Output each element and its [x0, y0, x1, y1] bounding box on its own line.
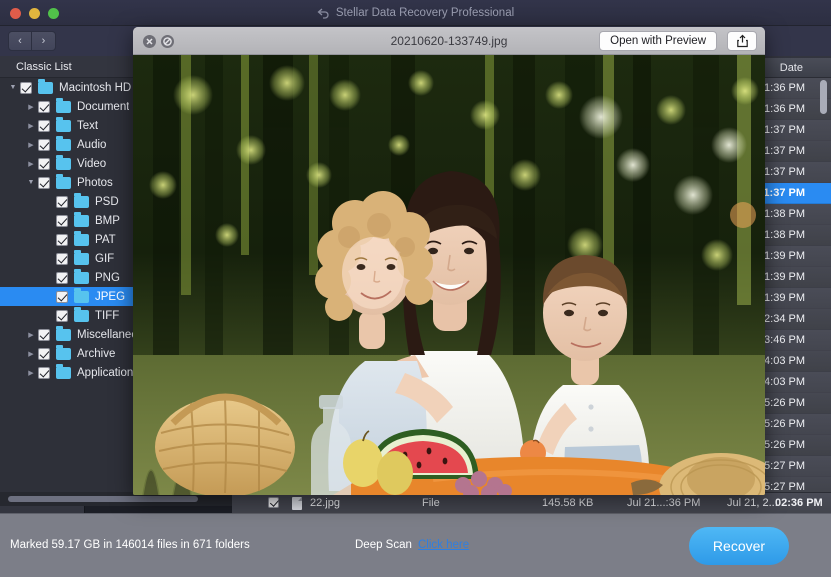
back-button[interactable]: ‹: [8, 31, 32, 51]
chevron-down-icon[interactable]: ▼: [6, 84, 20, 91]
checkbox[interactable]: [38, 158, 50, 170]
folder-icon: [56, 101, 71, 113]
sidebar-item-label: JPEG: [95, 291, 125, 303]
checkbox[interactable]: [56, 310, 68, 322]
checkbox[interactable]: [38, 367, 50, 379]
folder-icon: [56, 367, 71, 379]
checkbox[interactable]: [38, 177, 50, 189]
deep-scan-link[interactable]: Click here: [418, 539, 469, 551]
cell-modified-time: 02:36 PM: [775, 493, 823, 514]
open-with-preview-button[interactable]: Open with Preview: [599, 31, 717, 51]
status-bar: Marked 59.17 GB in 146014 files in 671 f…: [0, 513, 831, 577]
sidebar-item-label: Audio: [77, 139, 106, 151]
sidebar-item-label: Application: [77, 367, 133, 379]
back-arrow-icon[interactable]: [317, 8, 330, 19]
folder-icon: [38, 82, 53, 94]
photo-svg: [133, 55, 765, 495]
sidebar-item-label: BMP: [95, 215, 120, 227]
app-title: Stellar Data Recovery Professional: [336, 7, 514, 19]
deep-scan-label: Deep Scan: [355, 539, 412, 551]
forward-button[interactable]: ›: [32, 31, 56, 51]
chevron-right-icon[interactable]: ▶: [24, 350, 38, 358]
tab-classic-list[interactable]: Classic List: [6, 57, 82, 77]
stellar-data-recovery-window: Stellar Data Recovery Professional ‹ › C…: [0, 0, 831, 577]
sidebar-item-label: TIFF: [95, 310, 119, 322]
checkbox[interactable]: [38, 329, 50, 341]
checkbox[interactable]: [56, 215, 68, 227]
file-icon: [292, 497, 302, 510]
sidebar-item-label: PSD: [95, 196, 119, 208]
scrollbar-thumb[interactable]: [8, 496, 198, 502]
preview-titlebar: 20210620-133749.jpg Open with Preview: [133, 27, 765, 55]
image-preview-window: 20210620-133749.jpg Open with Preview: [133, 27, 765, 495]
chevron-down-icon[interactable]: ▼: [24, 179, 38, 186]
chevron-right-icon[interactable]: ▶: [24, 141, 38, 149]
folder-icon: [74, 291, 89, 303]
folder-icon: [74, 196, 89, 208]
checkbox[interactable]: [56, 272, 68, 284]
table-row[interactable]: 22.jpg File 145.58 KB Jul 21...:36 PM Ju…: [232, 492, 831, 513]
sidebar-item-label: Macintosh HD: [59, 82, 131, 94]
checkbox[interactable]: [56, 234, 68, 246]
folder-icon: [56, 348, 71, 360]
recover-button[interactable]: Recover: [689, 527, 789, 565]
sidebar-item-label: PNG: [95, 272, 120, 284]
sidebar-item-label: Video: [77, 158, 106, 170]
row-checkbox[interactable]: [268, 497, 279, 508]
photo-family-picnic: [133, 55, 765, 495]
folder-icon: [74, 310, 89, 322]
chevron-right-icon[interactable]: ▶: [24, 369, 38, 377]
column-header-date[interactable]: Date: [772, 58, 803, 78]
folder-icon: [74, 215, 89, 227]
checkbox[interactable]: [38, 139, 50, 151]
file-list-vertical-scrollbar[interactable]: [820, 78, 827, 492]
window-titlebar: Stellar Data Recovery Professional: [0, 0, 831, 26]
navigation-buttons: ‹ ›: [8, 31, 56, 51]
sidebar-item-label: Document: [77, 101, 129, 113]
share-icon[interactable]: [727, 31, 757, 51]
cell-filename: 22.jpg: [310, 493, 340, 514]
sidebar-item-label: Photos: [77, 177, 113, 189]
checkbox[interactable]: [56, 196, 68, 208]
folder-icon: [56, 120, 71, 132]
chevron-right-icon[interactable]: ▶: [24, 122, 38, 130]
cell-created: Jul 21...:36 PM: [627, 493, 700, 514]
cell-size: 145.58 KB: [542, 493, 593, 514]
checkbox[interactable]: [38, 120, 50, 132]
app-title-container: Stellar Data Recovery Professional: [0, 0, 831, 26]
checkbox[interactable]: [38, 101, 50, 113]
cell-modified-date: Jul 21, 2...: [727, 493, 778, 514]
scrollbar-thumb[interactable]: [820, 80, 827, 114]
folder-icon: [56, 329, 71, 341]
chevron-right-icon[interactable]: ▶: [24, 160, 38, 168]
folder-icon: [74, 234, 89, 246]
folder-icon: [56, 177, 71, 189]
preview-image-container: [133, 55, 765, 495]
marked-summary: Marked 59.17 GB in 146014 files in 671 f…: [10, 539, 250, 551]
checkbox[interactable]: [20, 82, 32, 94]
folder-icon: [56, 139, 71, 151]
sidebar-item-label: PAT: [95, 234, 116, 246]
chevron-right-icon[interactable]: ▶: [24, 103, 38, 111]
chevron-right-icon[interactable]: ▶: [24, 331, 38, 339]
folder-icon: [56, 158, 71, 170]
cell-type: File: [422, 493, 440, 514]
sidebar-item-label: GIF: [95, 253, 114, 265]
checkbox[interactable]: [56, 253, 68, 265]
sidebar-item-label: Archive: [77, 348, 115, 360]
sidebar-item-label: Text: [77, 120, 98, 132]
checkbox[interactable]: [56, 291, 68, 303]
folder-icon: [74, 272, 89, 284]
folder-icon: [74, 253, 89, 265]
checkbox[interactable]: [38, 348, 50, 360]
